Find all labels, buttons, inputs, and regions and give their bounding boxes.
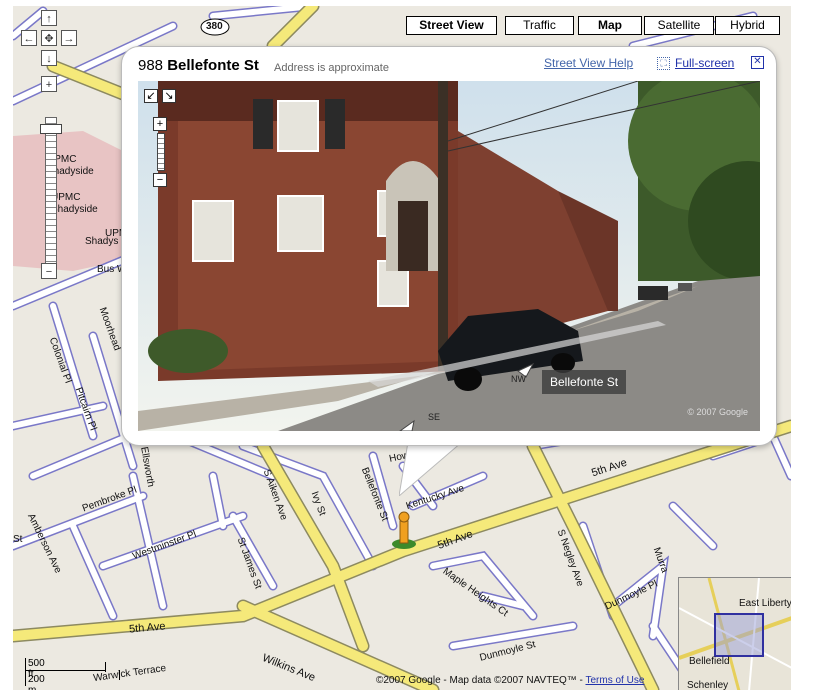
address-street: Bellefonte St <box>167 57 259 74</box>
overview-viewport <box>714 613 764 657</box>
overview-label: East Liberty <box>739 598 791 609</box>
map-canvas[interactable]: 380 UPMC Shadyside UPMC Shadyside UPM Sh… <box>13 6 791 690</box>
street-view-panorama[interactable]: ↙ ↘ + − Bellefonte St NW SE © 2007 Googl… <box>138 81 760 431</box>
zoom-slider-track[interactable] <box>45 117 57 265</box>
street-label: St <box>13 534 23 545</box>
map-button[interactable]: Map <box>578 16 642 35</box>
sv-zoom-out-button[interactable]: − <box>153 173 167 187</box>
close-icon[interactable]: ✕ <box>751 56 764 69</box>
fullscreen-icon[interactable]: ⛶ <box>657 57 670 70</box>
street-view-info-window: 988 Bellefonte St Address is approximate… <box>121 46 777 446</box>
pan-down-button[interactable]: ↓ <box>41 50 57 66</box>
address-number: 988 <box>138 57 164 74</box>
scale-tick <box>105 662 106 672</box>
street-view-button[interactable]: Street View <box>406 16 497 35</box>
scale-meters: 200 m <box>28 674 45 690</box>
address-title: 988 Bellefonte St <box>138 57 259 74</box>
terms-of-use-link[interactable]: Terms of Use <box>585 675 644 686</box>
overview-map[interactable]: East Liberty Bellefield Schenley <box>678 577 791 690</box>
fullscreen-link[interactable]: Full-screen <box>675 56 734 70</box>
address-approx-note: Address is approximate <box>274 62 389 74</box>
zoom-out-button[interactable]: − <box>41 263 57 279</box>
direction-se[interactable]: SE <box>428 412 440 422</box>
route-shield-label: 380 <box>206 21 223 32</box>
pan-right-button[interactable]: → <box>61 30 77 46</box>
street-view-help-link[interactable]: Street View Help <box>544 56 633 70</box>
street-view-copyright: © 2007 Google <box>687 407 748 417</box>
scale-tick <box>119 670 120 680</box>
zoom-slider-thumb[interactable] <box>40 124 62 134</box>
scale-line <box>25 670 105 671</box>
zoom-in-button[interactable]: + <box>41 76 57 92</box>
overview-label: Schenley <box>687 680 729 690</box>
street-view-photo <box>138 81 760 431</box>
pan-right-icon[interactable]: ↘ <box>162 89 176 103</box>
street-name-overlay: Bellefonte St <box>542 370 627 394</box>
pan-center-button[interactable]: ✥ <box>41 30 57 46</box>
hybrid-button[interactable]: Hybrid <box>715 16 780 35</box>
satellite-button[interactable]: Satellite <box>644 16 714 35</box>
pan-left-icon[interactable]: ↙ <box>144 89 158 103</box>
overview-label: Bellefield <box>689 656 730 667</box>
sv-zoom-in-button[interactable]: + <box>153 117 167 131</box>
street-label: Shadys <box>85 236 119 247</box>
map-copyright: ©2007 Google - Map data ©2007 NAVTEQ™ - … <box>376 675 645 686</box>
street-label: Shadyside <box>51 204 98 215</box>
scale-tick <box>25 658 26 686</box>
pan-up-button[interactable]: ↑ <box>41 10 57 26</box>
sv-zoom-slider[interactable] <box>157 133 165 171</box>
overview-roads <box>679 578 791 690</box>
direction-nw[interactable]: NW <box>511 374 526 384</box>
traffic-button[interactable]: Traffic <box>505 16 574 35</box>
pan-left-button[interactable]: ← <box>21 30 37 46</box>
